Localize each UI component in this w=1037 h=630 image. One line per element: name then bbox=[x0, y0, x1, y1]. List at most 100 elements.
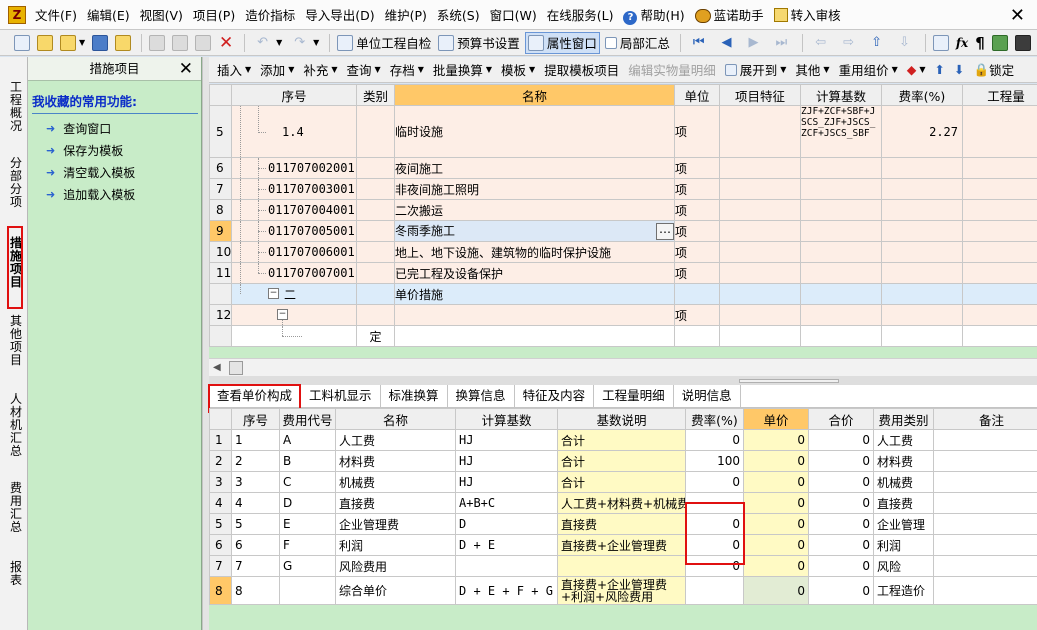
col-header-unit[interactable]: 单位 bbox=[674, 84, 720, 106]
new-project-button[interactable] bbox=[35, 32, 55, 54]
cell-rate[interactable]: 2.27 bbox=[881, 105, 963, 158]
tab-conversion-info[interactable]: 换算信息 bbox=[448, 385, 515, 407]
cell-base[interactable]: ZJF+ZCF+SBF+JSCS_ZJF+JSCS_ZCF+JSCS_SBF bbox=[800, 105, 882, 158]
move-down-button[interactable]: ⇩ bbox=[892, 32, 917, 54]
table-row[interactable]: 6 6 F 利润 D + E 直接费+企业管理费 0 0 0 利润 bbox=[209, 534, 1037, 556]
paste-button[interactable] bbox=[193, 32, 213, 54]
cell-code[interactable]: F bbox=[279, 534, 336, 556]
cell-name[interactable] bbox=[394, 304, 675, 326]
cell-code[interactable]: 011707002001 bbox=[231, 157, 357, 179]
cell-qty[interactable] bbox=[962, 262, 1037, 284]
cell-total[interactable]: 0 bbox=[808, 513, 874, 535]
nav-tab-labor-material[interactable]: 人材机汇总 bbox=[8, 393, 24, 458]
col-header-base[interactable]: 计算基数 bbox=[800, 84, 882, 106]
cell-unit[interactable]: 项 bbox=[674, 241, 720, 263]
last-button[interactable]: ⏭ bbox=[769, 32, 795, 54]
menu-import-export[interactable]: 导入导出(D) bbox=[300, 5, 379, 24]
col-header-code[interactable]: 费用代号 bbox=[279, 408, 336, 430]
prev-button[interactable]: ◀ bbox=[715, 32, 739, 54]
cell-qty[interactable] bbox=[962, 178, 1037, 200]
cell-total[interactable]: 0 bbox=[808, 429, 874, 451]
supplement-dropdown[interactable]: 补充 ▼ bbox=[303, 60, 337, 79]
cell-unit[interactable] bbox=[674, 325, 720, 347]
cell-base-desc[interactable]: 人工费+材料费+机械费 bbox=[557, 492, 686, 514]
cell-seq[interactable]: 6 bbox=[231, 534, 280, 556]
other-dropdown[interactable]: 其他 ▼ bbox=[795, 60, 829, 79]
cell-base[interactable] bbox=[800, 283, 882, 305]
cell-rate[interactable] bbox=[881, 157, 963, 179]
fav-item-save-template[interactable]: ➜ 保存为模板 bbox=[46, 142, 201, 158]
fav-item-query-window[interactable]: ➜ 查询窗口 bbox=[46, 120, 201, 136]
cell-note[interactable] bbox=[933, 534, 1037, 556]
cell-base[interactable]: D + E bbox=[455, 534, 558, 556]
cell-code[interactable]: 011707006001 bbox=[231, 241, 357, 263]
cell-rate[interactable] bbox=[881, 199, 963, 221]
scroll-thumb[interactable] bbox=[229, 361, 243, 375]
cell-note[interactable] bbox=[933, 492, 1037, 514]
cell-type[interactable] bbox=[356, 157, 395, 179]
cell-code[interactable]: 011707003001 bbox=[231, 178, 357, 200]
menu-project[interactable]: 项目(P) bbox=[188, 5, 240, 24]
cell-base[interactable] bbox=[800, 220, 882, 242]
cell-feature[interactable] bbox=[719, 304, 801, 326]
cell-code[interactable]: D bbox=[279, 492, 336, 514]
cell-category[interactable]: 材料费 bbox=[873, 450, 934, 472]
nav-tab-other[interactable]: 其他项目 bbox=[8, 315, 24, 367]
cell-feature[interactable] bbox=[719, 199, 801, 221]
cell-qty[interactable] bbox=[962, 220, 1037, 242]
cell-unit-price[interactable]: 0 bbox=[743, 555, 809, 577]
fav-item-clear-load-template[interactable]: ➜ 清空载入模板 bbox=[46, 164, 201, 180]
cell-base[interactable] bbox=[800, 304, 882, 326]
add-dropdown[interactable]: 添加 ▼ bbox=[260, 60, 294, 79]
cell-type[interactable] bbox=[356, 199, 395, 221]
cell-qty[interactable] bbox=[962, 199, 1037, 221]
cell-type[interactable] bbox=[356, 262, 395, 284]
cell-name[interactable]: 非夜间施工照明 bbox=[394, 178, 675, 200]
cell-type[interactable] bbox=[356, 241, 395, 263]
redo-button[interactable]: ↷ ▼ bbox=[287, 32, 321, 54]
horizontal-splitter[interactable] bbox=[209, 376, 1037, 385]
cell-code[interactable]: B bbox=[279, 450, 336, 472]
move-right-button[interactable]: ⇨ bbox=[836, 32, 861, 54]
cell-code[interactable]: A bbox=[279, 429, 336, 451]
cell-seq[interactable]: 3 bbox=[231, 471, 280, 493]
cell-code[interactable] bbox=[279, 576, 336, 605]
insert-dropdown[interactable]: 插入 ▼ bbox=[217, 60, 251, 79]
cell-unit-price[interactable]: 0 bbox=[743, 492, 809, 514]
col-header-type[interactable]: 类别 bbox=[356, 84, 395, 106]
cell-qty[interactable] bbox=[962, 304, 1037, 326]
cell-rate[interactable] bbox=[881, 304, 963, 326]
col-header-unit-price[interactable]: 单价 bbox=[743, 408, 809, 430]
cell-rate[interactable]: 100 bbox=[685, 450, 744, 472]
splitter-grip[interactable] bbox=[739, 379, 839, 383]
tab-quantity-detail[interactable]: 工程量明细 bbox=[594, 385, 674, 407]
cell-category[interactable]: 机械费 bbox=[873, 471, 934, 493]
table-row-selected[interactable]: 8 8 综合单价 D + E + F + G 直接费+企业管理费+利润+风险费用… bbox=[209, 576, 1037, 605]
tab-standard-conversion[interactable]: 标准换算 bbox=[381, 385, 448, 407]
list-button[interactable] bbox=[1013, 32, 1033, 54]
col-header-seq[interactable]: 序号 bbox=[231, 84, 357, 106]
col-header-seq[interactable]: 序号 bbox=[231, 408, 280, 430]
cell-base-desc[interactable]: 合计 bbox=[557, 471, 686, 493]
cell-name[interactable]: 临时设施 bbox=[394, 105, 675, 158]
cell-category[interactable]: 利润 bbox=[873, 534, 934, 556]
cell-unit[interactable]: 项 bbox=[674, 304, 720, 326]
nav-tab-sub-items[interactable]: 分部分项 bbox=[8, 157, 24, 209]
cell-unit[interactable]: 项 bbox=[674, 199, 720, 221]
cell-feature[interactable] bbox=[719, 325, 801, 347]
first-button[interactable]: ⏮ bbox=[686, 32, 712, 54]
lock-button[interactable]: 🔒 锁定 bbox=[974, 60, 1015, 79]
cell-total[interactable]: 0 bbox=[808, 471, 874, 493]
cell-rate[interactable] bbox=[881, 325, 963, 347]
col-header-base[interactable]: 计算基数 bbox=[455, 408, 558, 430]
archive-dropdown[interactable]: 存档 ▼ bbox=[390, 60, 424, 79]
cell-total[interactable]: 0 bbox=[808, 492, 874, 514]
cell-base[interactable] bbox=[800, 199, 882, 221]
cell-type[interactable] bbox=[356, 283, 395, 305]
menu-cost-index[interactable]: 造价指标 bbox=[240, 5, 300, 24]
next-button[interactable]: ▶ bbox=[742, 32, 766, 54]
menu-file[interactable]: 文件(F) bbox=[30, 5, 82, 24]
nav-tab-overview[interactable]: 工程概况 bbox=[8, 81, 24, 133]
cell-base[interactable] bbox=[455, 555, 558, 577]
table-row[interactable]: 10 011707006001 地上、地下设施、建筑物的临时保护设施 项 bbox=[209, 241, 1037, 263]
